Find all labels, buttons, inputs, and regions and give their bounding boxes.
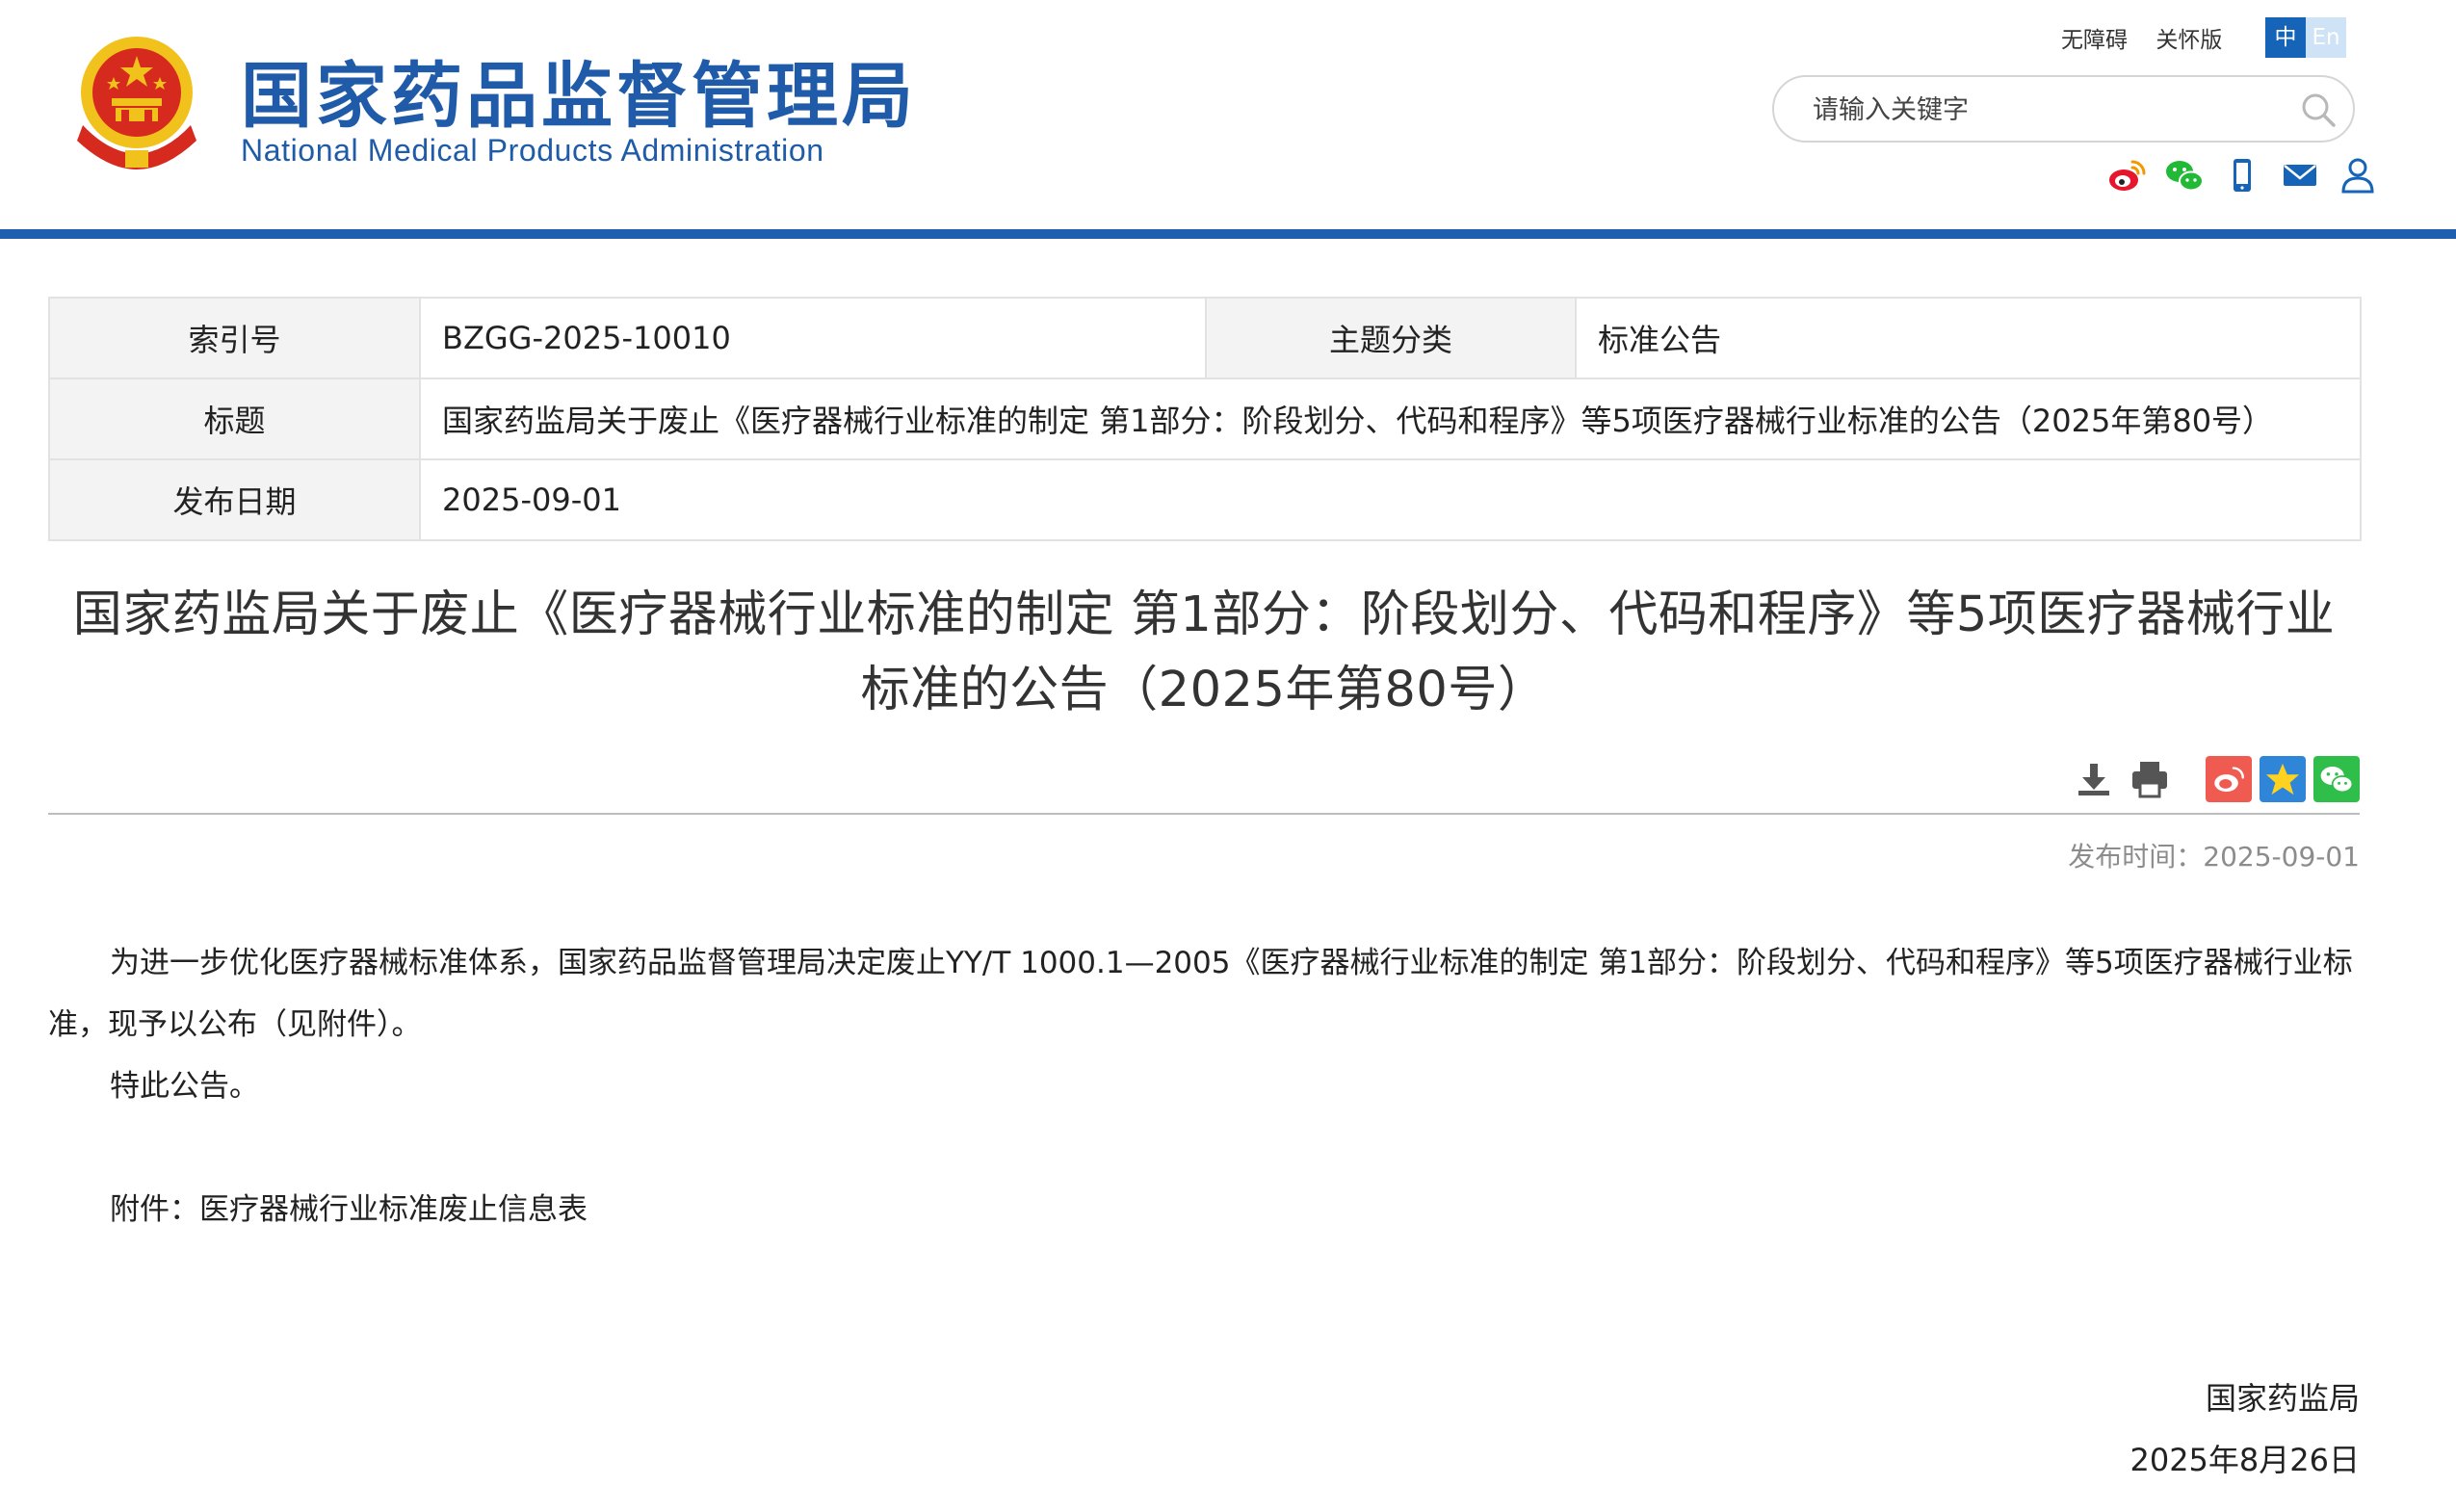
meta-row-date: 发布日期 2025-09-01 — [48, 458, 2362, 541]
article-body: 为进一步优化医疗器械标准体系，国家药品监督管理局决定废止YY/T 1000.1—… — [48, 932, 2360, 1240]
article-title: 国家药监局关于废止《医疗器械行业标准的制定 第1部分：阶段划分、代码和程序》等5… — [58, 578, 2350, 728]
lang-chinese-button[interactable]: 中 — [2265, 17, 2306, 58]
article-title-line-1: 国家药监局关于废止《医疗器械行业标准的制定 第1部分：阶段划分、代码和程序》等5… — [72, 587, 2336, 643]
attachment-line: 附件：医疗器械行业标准废止信息表 — [48, 1179, 2360, 1240]
favorite-icon[interactable] — [2260, 756, 2306, 802]
wechat-icon[interactable] — [2163, 154, 2206, 196]
top-links: 无障碍 关怀版 — [2061, 21, 2243, 54]
signature-date: 2025年8月26日 — [2129, 1442, 2360, 1478]
care-mode-link[interactable]: 关怀版 — [2156, 28, 2222, 53]
header-divider — [0, 229, 2456, 239]
lang-english-button[interactable]: En — [2306, 17, 2346, 58]
star-glyph — [2265, 763, 2300, 795]
weibo-share-glyph — [2214, 767, 2244, 793]
index-number-label: 索引号 — [48, 297, 421, 379]
wechat-share-glyph — [2320, 767, 2354, 794]
accessibility-link[interactable]: 无障碍 — [2061, 28, 2128, 53]
meta-row-index: 索引号 BZGG-2025-10010 主题分类 标准公告 — [48, 297, 2362, 379]
signature-org: 国家药监局 — [2205, 1380, 2360, 1417]
index-number-value: BZGG-2025-10010 — [419, 297, 1207, 379]
attachment-link[interactable]: 附件：医疗器械行业标准废止信息表 — [110, 1192, 588, 1227]
site-logo-english[interactable]: National Medical Products Administration — [241, 133, 824, 169]
wechat-share-icon[interactable] — [2313, 756, 2360, 802]
publish-date-label: 发布日期 — [48, 458, 421, 541]
title-label: 标题 — [48, 378, 421, 460]
download-icon[interactable] — [2071, 756, 2117, 802]
body-paragraph: 为进一步优化医疗器械标准体系，国家药品监督管理局决定废止YY/T 1000.1—… — [48, 946, 2353, 1042]
title-value: 国家药监局关于废止《医疗器械行业标准的制定 第1部分：阶段划分、代码和程序》等5… — [419, 378, 2362, 460]
weibo-icon[interactable] — [2105, 154, 2148, 196]
publish-time: 发布时间：2025-09-01 — [2068, 841, 2360, 873]
article-metadata-table: 索引号 BZGG-2025-10010 主题分类 标准公告 标题 国家药监局关于… — [48, 297, 2362, 541]
national-emblem-icon[interactable] — [69, 29, 204, 173]
search-box — [1772, 75, 2355, 143]
print-icon[interactable] — [2127, 756, 2173, 802]
mail-icon[interactable] — [2279, 154, 2321, 196]
body-paragraph-closing: 特此公告。 — [110, 1069, 259, 1104]
meta-row-title: 标题 国家药监局关于废止《医疗器械行业标准的制定 第1部分：阶段划分、代码和程序… — [48, 378, 2362, 460]
article-title-line-2: 标准的公告（2025年第80号） — [860, 662, 1548, 718]
title-divider — [48, 813, 2360, 815]
site-header: 国家药品监督管理局 National Medical Products Admi… — [0, 0, 2456, 231]
social-links — [2105, 154, 2379, 196]
article-toolbar — [2071, 756, 2360, 802]
topic-category-label: 主题分类 — [1205, 297, 1577, 379]
language-switcher: 中 En — [2265, 17, 2346, 58]
search-input[interactable] — [1811, 89, 2277, 131]
weibo-share-icon[interactable] — [2206, 756, 2252, 802]
user-icon[interactable] — [2337, 154, 2379, 196]
publish-date-value: 2025-09-01 — [419, 458, 2362, 541]
topic-category-value: 标准公告 — [1575, 297, 2362, 379]
mobile-icon[interactable] — [2221, 154, 2263, 196]
site-logo-chinese[interactable]: 国家药品监督管理局 — [241, 39, 917, 142]
search-icon[interactable] — [2299, 91, 2338, 129]
signature-block: 国家药监局 2025年8月26日 — [2129, 1368, 2360, 1491]
